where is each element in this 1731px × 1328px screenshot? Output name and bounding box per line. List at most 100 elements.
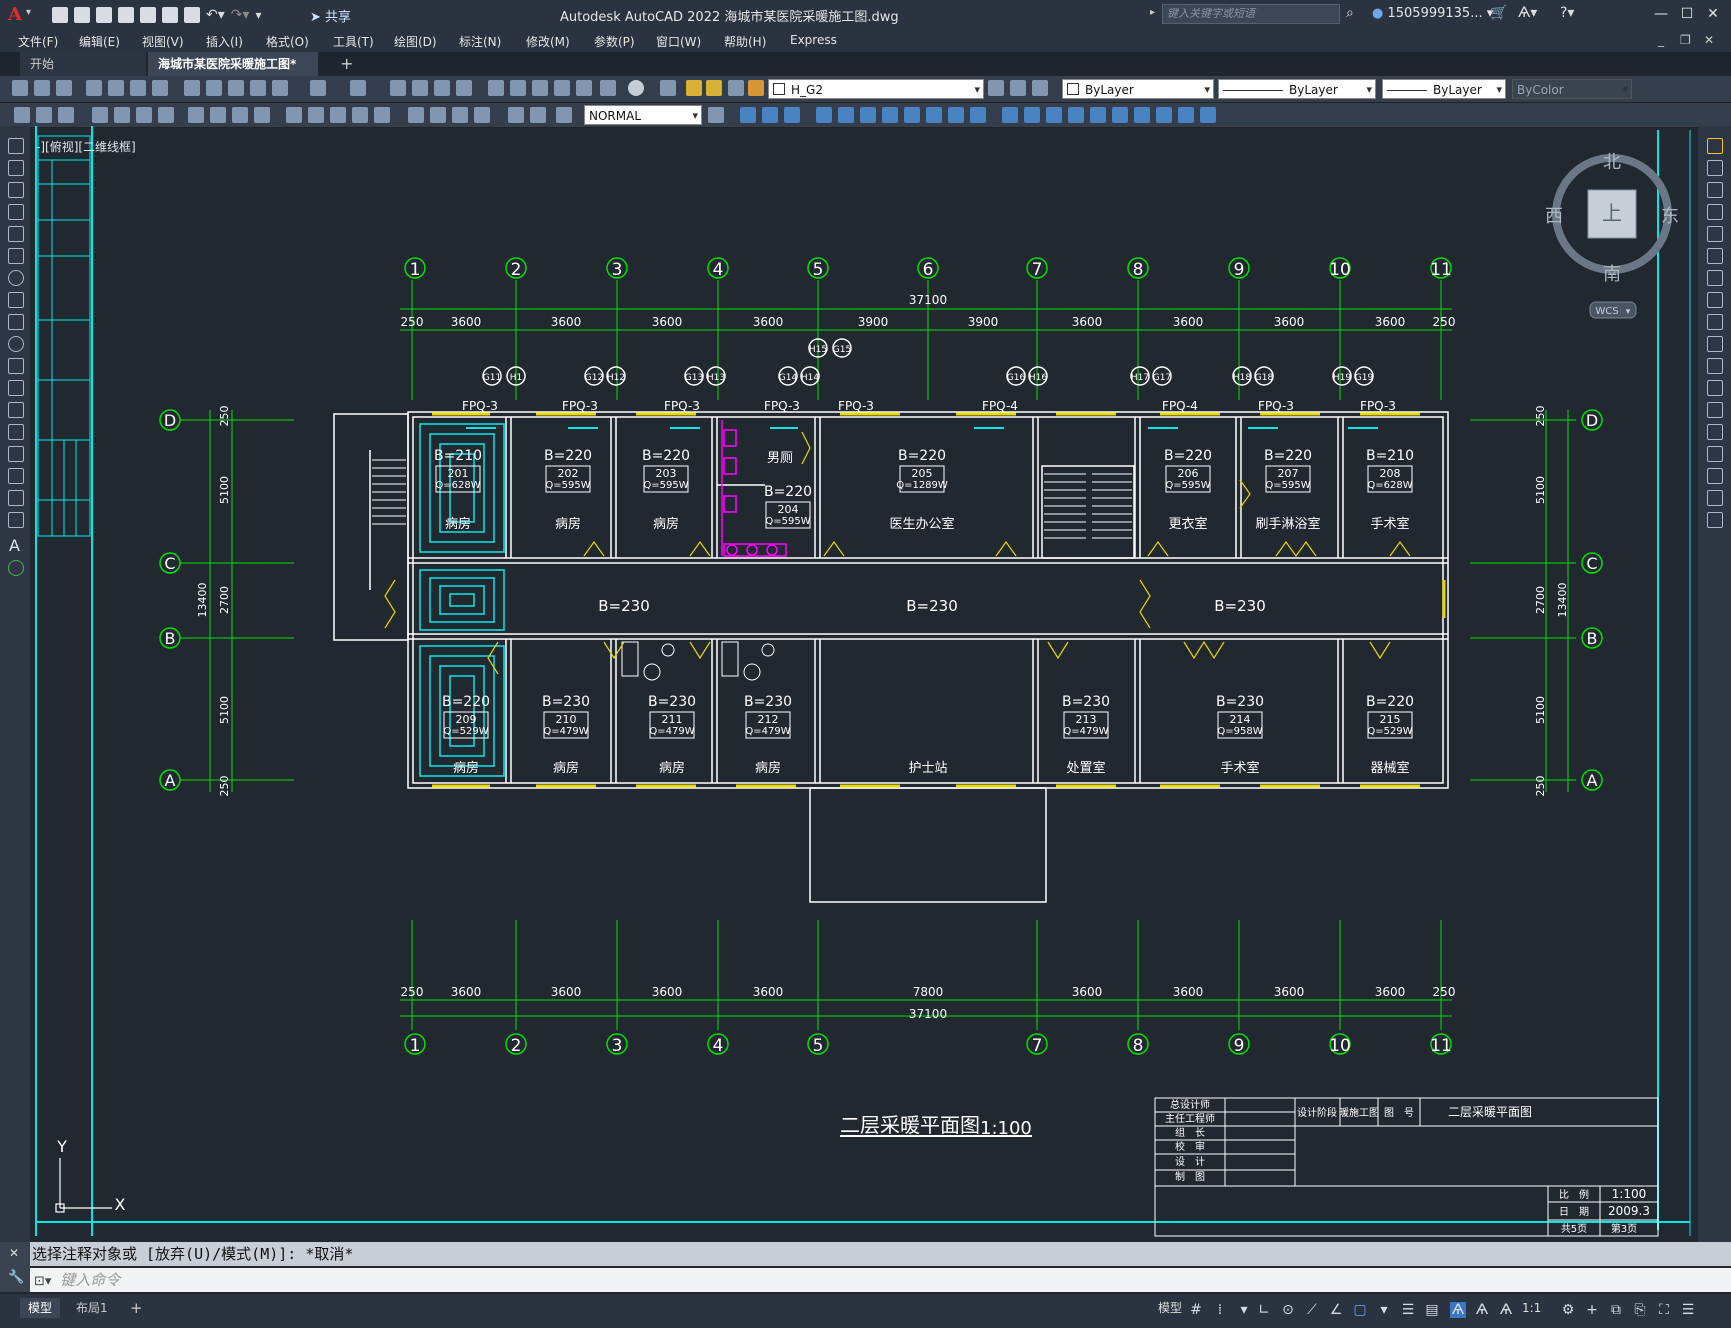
customize-command-icon[interactable]: 🔧 — [8, 1270, 24, 1285]
menu-insert[interactable]: 插入(I) — [206, 33, 243, 50]
layer-thaw-sun-icon[interactable] — [706, 80, 722, 96]
drawing-canvas[interactable]: 1 2 3 4 5 6 7 8 9 10 111 2 3 4 5 7 8 9 10 11D DC CB BA A3710025… — [30, 126, 1698, 1246]
dim-update-icon[interactable] — [36, 107, 52, 123]
search-icon[interactable]: ⌕ — [1346, 5, 1354, 21]
block-editor-icon[interactable] — [272, 80, 288, 96]
layer-properties-icon[interactable] — [660, 80, 676, 96]
fillet-icon[interactable] — [1090, 107, 1106, 123]
save-icon[interactable] — [56, 80, 72, 96]
copy-icon[interactable] — [1707, 160, 1723, 176]
menu-tools[interactable]: 工具(T) — [333, 33, 374, 50]
multiline-text-icon[interactable]: A — [9, 536, 20, 555]
cut-icon[interactable] — [184, 80, 200, 96]
rectangle-icon[interactable] — [8, 226, 24, 242]
menu-view[interactable]: 视图(V) — [142, 33, 184, 50]
share-button[interactable]: ➤ 共享 — [310, 6, 351, 25]
quick-dim-icon[interactable] — [286, 107, 302, 123]
ellipse-arc-icon[interactable] — [8, 358, 24, 374]
new-icon[interactable] — [12, 80, 28, 96]
polygon-icon[interactable] — [8, 204, 24, 220]
calculator-icon[interactable] — [600, 80, 616, 96]
tab-model[interactable]: 模型 — [20, 1298, 61, 1318]
dim-style-icon[interactable] — [58, 107, 74, 123]
blend-icon[interactable] — [1112, 107, 1128, 123]
spline-icon[interactable] — [8, 314, 24, 330]
redo-icon[interactable] — [350, 80, 366, 96]
paste-icon[interactable] — [228, 80, 244, 96]
stretch-icon[interactable] — [926, 107, 942, 123]
object-snap-tracking-icon[interactable]: ∠ — [1328, 1302, 1344, 1318]
match-properties-icon[interactable] — [250, 80, 266, 96]
minimize-icon[interactable]: — — [1650, 4, 1672, 24]
blend-curves-icon[interactable] — [1707, 490, 1723, 506]
scale-icon[interactable] — [1707, 292, 1723, 308]
maximize-icon[interactable]: ☐ — [1676, 4, 1698, 24]
zoom-window-icon[interactable] — [434, 80, 450, 96]
menu-edit[interactable]: 编辑(E) — [79, 33, 120, 50]
polar-icon[interactable]: ⊙ — [1280, 1302, 1296, 1318]
menu-modify[interactable]: 修改(M) — [526, 33, 570, 50]
user-account[interactable]: ● 1505999135... ▾ — [1372, 6, 1493, 21]
edit-hatch-icon[interactable] — [1200, 107, 1216, 123]
quick-dimension-icon[interactable] — [14, 107, 30, 123]
explode-icon[interactable] — [1134, 107, 1150, 123]
layer-on-bulb-icon[interactable] — [686, 80, 702, 96]
polyline-icon[interactable] — [8, 182, 24, 198]
ortho-icon[interactable]: ∟ — [1256, 1302, 1272, 1318]
undo-icon[interactable]: ↶▾ — [206, 7, 225, 23]
trim-icon[interactable] — [948, 107, 964, 123]
auto-scale-icon[interactable]: Ѧ — [1474, 1302, 1490, 1318]
erase-icon[interactable] — [740, 107, 756, 123]
help-search-input[interactable]: 键入关键字或短语 — [1162, 4, 1340, 24]
jogged-linear-icon[interactable] — [474, 107, 490, 123]
workspace-gear-icon[interactable]: ⚙ — [1560, 1302, 1576, 1318]
circle-icon[interactable] — [8, 270, 24, 286]
gradient-icon[interactable] — [8, 468, 24, 484]
mirror-icon[interactable] — [1707, 182, 1723, 198]
zoom-realtime-icon[interactable] — [412, 80, 428, 96]
snap-menu-icon[interactable]: ▾ — [1236, 1302, 1252, 1318]
annotation-monitor-icon[interactable]: + — [1584, 1302, 1600, 1318]
units-icon[interactable]: ⧉ — [1608, 1302, 1624, 1318]
make-block-icon[interactable] — [8, 402, 24, 418]
undo-icon[interactable] — [310, 80, 326, 96]
doc-minimize-icon[interactable]: _ — [1658, 33, 1664, 47]
break-at-point-icon[interactable] — [1002, 107, 1018, 123]
table-icon[interactable] — [8, 512, 24, 528]
cart-icon[interactable]: 🛒 — [1490, 5, 1507, 21]
dimension-break-icon[interactable] — [374, 107, 390, 123]
close-command-icon[interactable]: ✕ — [9, 1246, 19, 1260]
transparency-icon[interactable]: ▤ — [1424, 1302, 1440, 1318]
open-icon[interactable] — [74, 7, 90, 23]
plot-preview-icon[interactable] — [108, 80, 124, 96]
menu-window[interactable]: 窗口(W) — [656, 33, 701, 50]
copy-icon[interactable] — [206, 80, 222, 96]
rotate-icon[interactable] — [882, 107, 898, 123]
fullscreen-icon[interactable]: ⛶ — [1656, 1302, 1672, 1318]
linetype-dropdown[interactable]: ByLayer — [1218, 79, 1376, 100]
move-icon[interactable] — [860, 107, 876, 123]
app-menu-chevron-icon[interactable]: ▾ — [26, 7, 31, 18]
viewcube-west[interactable]: 西 — [1545, 206, 1563, 227]
region-icon[interactable] — [8, 490, 24, 506]
open-icon[interactable] — [34, 80, 50, 96]
add-layout-icon[interactable]: + — [122, 1298, 151, 1318]
viewcube-top-face[interactable]: 上 — [1602, 201, 1622, 225]
make-current-layer-icon[interactable] — [988, 80, 1004, 96]
menu-format[interactable]: 格式(O) — [266, 33, 309, 50]
array-icon[interactable] — [1707, 226, 1723, 242]
dimension-edit-icon[interactable] — [508, 107, 524, 123]
markup-icon[interactable] — [576, 80, 592, 96]
model-space-button[interactable]: 模型 — [1150, 1298, 1190, 1318]
command-line-handle[interactable]: ✕ 🔧 — [0, 1242, 30, 1292]
extend-icon[interactable] — [970, 107, 986, 123]
viewcube-north[interactable]: 北 — [1603, 152, 1621, 173]
construction-line-icon[interactable] — [8, 160, 24, 176]
design-center-icon[interactable] — [510, 80, 526, 96]
add-selected-icon[interactable] — [8, 560, 24, 576]
ordinate-dimension-icon[interactable] — [158, 107, 174, 123]
save-as-icon[interactable] — [118, 7, 134, 23]
lineweight-icon[interactable]: ☰ — [1400, 1302, 1416, 1318]
point-icon[interactable] — [8, 424, 24, 440]
angular-dimension-icon[interactable] — [254, 107, 270, 123]
